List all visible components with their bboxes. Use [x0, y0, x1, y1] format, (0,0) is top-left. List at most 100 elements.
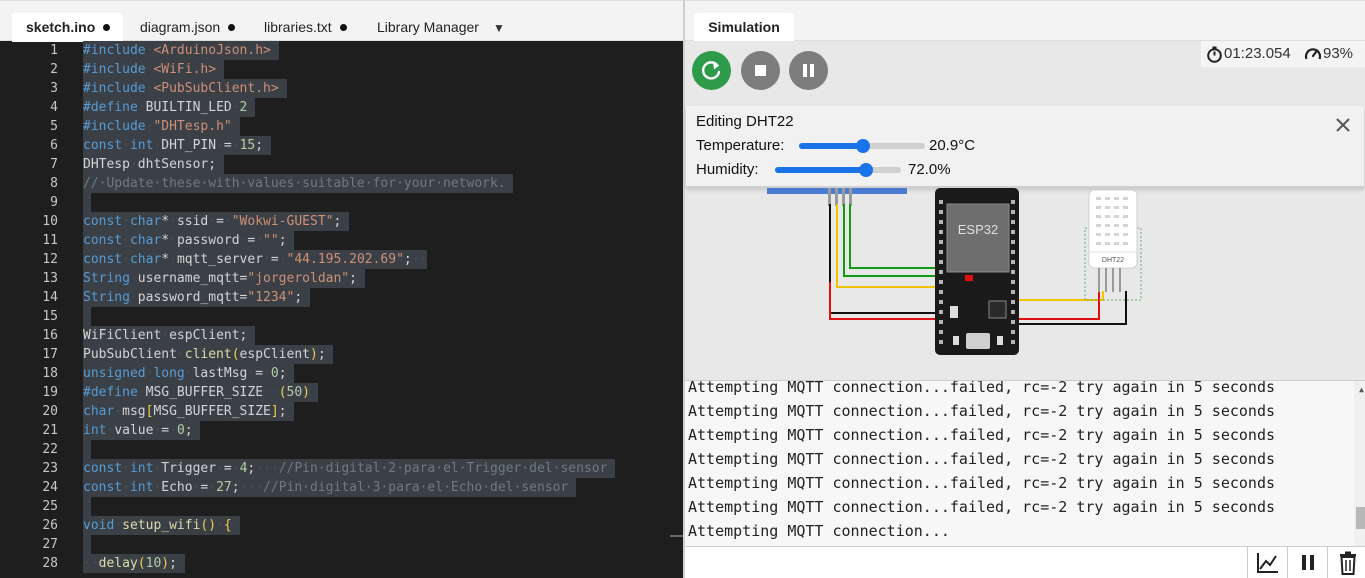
simulation-pane: Simulation 01:23.054 93% Editing DHT22 T…: [683, 0, 1365, 578]
line-number: 17: [42, 347, 58, 362]
line-number: 19: [42, 385, 58, 400]
code-line: 19 #define·MSG_BUFFER_SIZE··(50): [0, 383, 683, 402]
line-number: 28: [42, 556, 58, 571]
serial-output-line: Attempting MQTT connection...failed, rc=…: [688, 402, 1275, 420]
serial-output-line: Attempting MQTT connection...failed, rc=…: [688, 426, 1275, 444]
tab-diagram-json[interactable]: diagram.json: [140, 13, 236, 42]
sensor-power-wire: [1019, 291, 1100, 320]
code-line: 27: [0, 535, 683, 554]
code-line: 15: [0, 307, 683, 326]
scroll-up-icon[interactable]: ▲: [1359, 385, 1364, 394]
signal-wire: [843, 204, 935, 277]
line-number: 18: [42, 366, 58, 381]
dht22-label: DHT22: [1102, 257, 1124, 264]
code-line: 14 String·password_mqtt="1234";: [0, 288, 683, 307]
simulation-speed: 93%: [1323, 45, 1354, 62]
tab-label: diagram.json: [140, 19, 221, 35]
serial-output-line: Attempting MQTT connection...failed, rc=…: [688, 474, 1275, 492]
line-number: 14: [42, 290, 58, 305]
humidity-slider-thumb[interactable]: [858, 163, 873, 177]
serial-scrollbar[interactable]: ▲: [1354, 381, 1365, 546]
serial-input-bar[interactable]: [685, 546, 1365, 578]
line-number: 16: [42, 328, 58, 343]
circuit-diagram[interactable]: ESP32 DHT22: [685, 188, 1365, 380]
humidity-label: Humidity:: [696, 161, 759, 178]
line-number: 9: [50, 195, 58, 210]
line-number: 2: [50, 62, 58, 77]
unsaved-dot-icon: [103, 23, 111, 31]
unsaved-dot-icon: [339, 23, 347, 31]
code-line: 12 const·char*·mqtt_server·=·"44.195.202.…: [0, 250, 683, 269]
esp32-board[interactable]: ESP32: [935, 188, 1019, 355]
serial-pause-button[interactable]: [1287, 547, 1327, 578]
line-number: 23: [42, 461, 58, 476]
line-number: 20: [42, 404, 58, 419]
elapsed-time: 01:23.054: [1224, 45, 1291, 62]
stopwatch-icon: [1207, 46, 1222, 63]
pause-button[interactable]: [789, 51, 828, 90]
line-number: 5: [50, 119, 58, 134]
code-line: 23 const·int·Trigger·=·4;···//Pin·digital…: [0, 459, 683, 478]
editor-tab-bar: sketch.ino diagram.json libraries.txt Li…: [0, 0, 683, 43]
line-number: 4: [50, 100, 58, 115]
edit-panel-title: Editing DHT22: [696, 113, 794, 130]
plotter-icon: [1257, 553, 1278, 573]
line-number: 1: [50, 43, 58, 58]
line-number: 12: [42, 252, 58, 267]
editor-scroll-indicator[interactable]: [670, 535, 683, 537]
temperature-slider[interactable]: [799, 139, 925, 153]
simulation-canvas[interactable]: 01:23.054 93% Editing DHT22 Temperature:…: [685, 41, 1365, 380]
code-line: 22: [0, 440, 683, 459]
tab-libraries-txt[interactable]: libraries.txt: [264, 13, 347, 42]
clear-serial-button[interactable]: [1327, 547, 1365, 578]
serial-monitor[interactable]: Attempting MQTT connection...failed, rc=…: [685, 380, 1365, 546]
code-line: 8//·Update·these·with·values·suitable·fo…: [0, 174, 683, 193]
close-icon[interactable]: [1334, 116, 1352, 134]
stop-icon: [755, 65, 766, 76]
code-line: 20 char·msg[MSG_BUFFER_SIZE];: [0, 402, 683, 421]
line-number: 21: [42, 423, 58, 438]
code-line: 11 const·char*·password·=·"";: [0, 231, 683, 250]
humidity-slider[interactable]: [775, 163, 901, 177]
simulation-tab-bar: Simulation: [685, 0, 1365, 42]
line-number: 8: [50, 176, 58, 191]
line-number: 26: [42, 518, 58, 533]
tab-sketch-ino[interactable]: sketch.ino: [12, 13, 123, 42]
humidity-value: 72.0%: [908, 161, 951, 178]
restart-button[interactable]: [692, 51, 731, 90]
line-number: 15: [42, 309, 58, 324]
code-line: 18 unsigned·long·lastMsg·=·0;: [0, 364, 683, 383]
tab-simulation[interactable]: Simulation: [694, 13, 794, 42]
pause-icon: [1302, 555, 1314, 570]
line-number: 6: [50, 138, 58, 153]
signal-wire: [849, 204, 935, 269]
code-line: 28 ··delay(10);: [0, 554, 683, 573]
sensor-edit-panel: Editing DHT22 Temperature: 20.9°C Humidi…: [686, 106, 1364, 188]
code-line: 26 void·setup_wifi()·{: [0, 516, 683, 535]
temperature-slider-thumb[interactable]: [856, 139, 871, 153]
code-line: 7 DHTesp·dhtSensor;: [0, 155, 683, 174]
tab-label: sketch.ino: [26, 19, 96, 35]
line-number: 11: [42, 233, 58, 248]
serial-scrollbar-thumb[interactable]: [1356, 507, 1365, 529]
code-line: 25: [0, 497, 683, 516]
serial-output-line: Attempting MQTT connection...failed, rc=…: [688, 450, 1275, 468]
plotter-button[interactable]: [1247, 547, 1287, 578]
dht22-sensor[interactable]: DHT22: [1084, 189, 1142, 301]
line-number: 10: [42, 214, 58, 229]
code-line: 17 PubSubClient·client(espClient);: [0, 345, 683, 364]
line-number: 24: [42, 480, 58, 495]
simulation-status: 01:23.054 93%: [1201, 41, 1365, 67]
code-line: 10 const·char*·ssid·=·"Wokwi-GUEST";: [0, 212, 683, 231]
tab-library-manager[interactable]: Library Manager: [377, 13, 479, 42]
code-area[interactable]: 1 #include·<ArduinoJson.h> 2 #include·<WiF…: [0, 41, 683, 578]
tab-menu-dropdown-icon[interactable]: ▼: [493, 14, 505, 43]
tab-label: libraries.txt: [264, 19, 332, 35]
line-number: 7: [50, 157, 58, 172]
restart-icon: [701, 61, 721, 80]
code-line: 16 WiFiClient·espClient;: [0, 326, 683, 345]
humidity-slider-fill: [775, 167, 866, 173]
code-line: 13 String·username_mqtt="jorgeroldan";: [0, 269, 683, 288]
trash-icon: [1340, 551, 1356, 575]
stop-button[interactable]: [741, 51, 780, 90]
